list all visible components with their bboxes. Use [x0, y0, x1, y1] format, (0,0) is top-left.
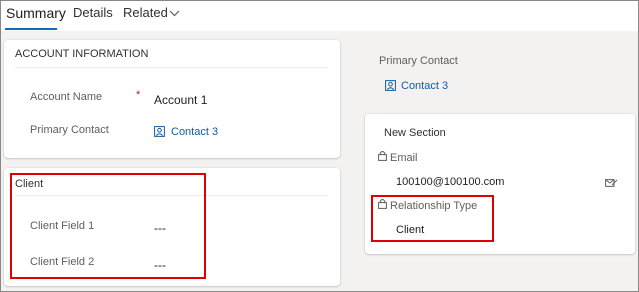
tab-bar: Summary Details Related: [1, 1, 638, 31]
right-primary-contact-label: Primary Contact: [379, 55, 458, 67]
chevron-down-icon[interactable]: [169, 10, 180, 17]
right-primary-contact-link[interactable]: Contact 3: [401, 80, 448, 92]
tab-details[interactable]: Details: [73, 5, 113, 20]
email-label: Email: [390, 152, 418, 164]
section-divider: [15, 67, 328, 68]
email-value[interactable]: 100100@100100.com: [396, 176, 504, 188]
tab-summary-underline: [5, 28, 57, 30]
new-section-title: New Section: [384, 127, 446, 139]
account-information-title: ACCOUNT INFORMATION: [15, 48, 149, 60]
primary-contact-link[interactable]: Contact 3: [171, 126, 218, 138]
client-section-highlight: [10, 173, 206, 279]
contact-card-icon: [154, 126, 165, 137]
account-information-card: ACCOUNT INFORMATION Account Name * Accou…: [4, 40, 340, 158]
tab-summary[interactable]: Summary: [6, 5, 66, 21]
account-name-value[interactable]: Account 1: [154, 93, 207, 107]
lock-icon: [378, 151, 387, 161]
tab-related[interactable]: Related: [123, 5, 168, 20]
required-indicator: *: [136, 89, 141, 101]
relationship-type-highlight: [371, 195, 494, 242]
account-name-label: Account Name: [30, 91, 103, 103]
contact-card-icon: [385, 80, 396, 91]
email-compose-icon[interactable]: [605, 177, 618, 188]
primary-contact-label: Primary Contact: [30, 124, 109, 136]
